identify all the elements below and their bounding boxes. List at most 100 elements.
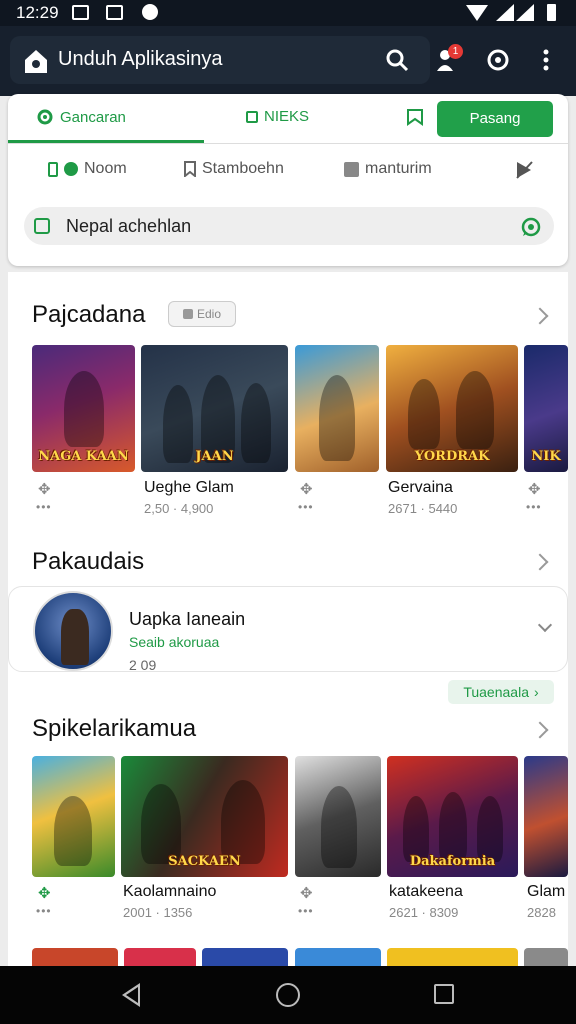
puzzle-icon: ✥ bbox=[528, 481, 541, 498]
gear-icon bbox=[37, 109, 53, 125]
play-close-icon[interactable] bbox=[514, 160, 534, 180]
whatsapp-icon[interactable] bbox=[520, 216, 542, 238]
notification-icon bbox=[106, 5, 123, 20]
game-card[interactable] bbox=[295, 345, 379, 472]
recent-apps-icon[interactable] bbox=[434, 984, 454, 1004]
search-input[interactable]: Nepal achehlan bbox=[66, 216, 191, 237]
game-card-caption: NIK bbox=[531, 449, 561, 464]
search-icon[interactable] bbox=[384, 47, 410, 73]
filter-label: manturim bbox=[365, 160, 432, 177]
content-area: Pajcadana Edio NAGA KAAN JAAN YORDRAK NI… bbox=[8, 272, 568, 972]
chevron-right-small-icon: › bbox=[533, 684, 539, 700]
filter-manturim[interactable]: manturim bbox=[344, 160, 432, 178]
home-icon[interactable] bbox=[22, 47, 50, 75]
app-icon bbox=[34, 218, 50, 234]
gallery-icon bbox=[72, 5, 89, 20]
lock-icon bbox=[182, 309, 193, 319]
rating-dots: ••• bbox=[298, 904, 314, 918]
game-meta: 2,50 · 4,900 bbox=[144, 501, 214, 516]
game-card[interactable] bbox=[32, 756, 115, 877]
section-title: Spikelarikamua bbox=[32, 715, 197, 742]
puzzle-icon: ✥ bbox=[300, 481, 313, 498]
rating-dots: ••• bbox=[298, 500, 314, 514]
phone-icon bbox=[48, 161, 58, 177]
game-card[interactable]: YORDRAK bbox=[386, 345, 518, 472]
app-name: Uapka Ianeain bbox=[129, 609, 246, 629]
game-card-caption: NAGA KAAN bbox=[38, 449, 129, 464]
chat-icon[interactable] bbox=[485, 47, 511, 73]
battery-icon bbox=[547, 4, 556, 21]
game-card[interactable] bbox=[295, 756, 381, 877]
signal-icon bbox=[496, 4, 514, 21]
game-card-caption: Dakaformia bbox=[409, 854, 496, 869]
tab-nieks[interactable]: NIEKS bbox=[246, 108, 309, 125]
app-avatar bbox=[33, 591, 113, 671]
bookmark-outline-icon bbox=[184, 161, 196, 177]
game-meta: 2671 · 5440 bbox=[388, 501, 458, 516]
box-icon bbox=[344, 161, 359, 177]
system-nav-bar bbox=[0, 966, 576, 1024]
status-time: 12:29 bbox=[16, 3, 59, 22]
back-icon[interactable] bbox=[122, 983, 140, 1007]
game-card[interactable]: SACKAEN bbox=[121, 756, 288, 877]
game-card-caption: YORDRAK bbox=[414, 449, 490, 464]
puzzle-icon: ✥ bbox=[38, 481, 51, 498]
game-card[interactable]: Dakaformia bbox=[387, 756, 518, 877]
filter-stamboehn[interactable]: Stamboehn bbox=[184, 160, 284, 178]
bookmark-icon[interactable] bbox=[406, 108, 424, 126]
section-pill[interactable]: Edio bbox=[168, 301, 236, 327]
app-header: Unduh Aplikasinya 1 bbox=[0, 26, 576, 96]
chevron-right-icon[interactable] bbox=[531, 553, 549, 571]
app-size: 2 09 bbox=[129, 657, 157, 673]
section-title: Pajcadana bbox=[32, 301, 146, 328]
rating-dots: ••• bbox=[526, 500, 542, 514]
game-meta: 2001 · 1356 bbox=[123, 905, 193, 920]
filter-label: Noom bbox=[84, 160, 127, 177]
game-meta: 2828 bbox=[527, 905, 556, 920]
status-bar: 12:29 bbox=[0, 0, 576, 26]
pill-label: Edio bbox=[196, 307, 222, 321]
home-circle-icon[interactable] bbox=[276, 983, 300, 1007]
game-meta: 2621 · 8309 bbox=[389, 905, 459, 920]
square-icon bbox=[246, 110, 258, 123]
chevron-right-icon[interactable] bbox=[531, 721, 549, 739]
game-card[interactable]: JAAN bbox=[141, 345, 288, 472]
puzzle-icon: ✥ bbox=[300, 885, 313, 902]
game-card[interactable]: NIK bbox=[524, 345, 568, 472]
top-panel: Gancaran NIEKS Pasang sekarang Noom Stam… bbox=[8, 94, 568, 266]
filter-noom[interactable]: Noom bbox=[48, 160, 127, 178]
filter-row: Noom Stamboehn manturim bbox=[8, 146, 568, 192]
game-card-caption: JAAN bbox=[195, 449, 234, 464]
more-button[interactable]: Tuaenaala › bbox=[448, 680, 554, 704]
signal2-icon bbox=[516, 4, 534, 21]
more-vert-icon[interactable] bbox=[533, 47, 559, 73]
game-card[interactable]: NAGA KAAN bbox=[32, 345, 135, 472]
wifi-icon bbox=[466, 5, 488, 21]
app-notification-icon bbox=[142, 4, 158, 20]
app-developer: Seaib akoruaa bbox=[129, 634, 220, 650]
page-title: Unduh Aplikasinya bbox=[58, 48, 223, 70]
notification-badge: 1 bbox=[448, 44, 463, 59]
search-bar[interactable]: Nepal achehlan bbox=[24, 207, 554, 245]
tab-bar: Gancaran NIEKS Pasang sekarang bbox=[8, 94, 568, 163]
game-card[interactable] bbox=[524, 756, 568, 877]
tab-gancaran[interactable]: Gancaran bbox=[36, 108, 126, 126]
leaf-icon bbox=[64, 162, 78, 176]
game-card-caption: SACKAEN bbox=[168, 854, 241, 869]
app-card[interactable]: Uapka Ianeain Seaib akoruaa 2 09 bbox=[8, 586, 568, 673]
more-label: Tuaenaala bbox=[463, 684, 529, 700]
filter-label: Stamboehn bbox=[202, 160, 284, 177]
puzzle-icon: ✥ bbox=[38, 885, 51, 902]
divider bbox=[8, 143, 568, 144]
chevron-right-icon[interactable] bbox=[531, 307, 549, 325]
game-title: Kaolamnaino bbox=[123, 883, 217, 900]
tab-label: NIEKS bbox=[264, 108, 310, 125]
game-title: Gervaina bbox=[388, 479, 453, 496]
rating-dots: ••• bbox=[36, 904, 52, 918]
game-title: Glam bbox=[527, 883, 566, 900]
install-button[interactable]: Pasang sekarang bbox=[437, 101, 553, 163]
tab-label: Gancaran bbox=[60, 108, 126, 126]
game-title: katakeena bbox=[389, 883, 463, 900]
game-title: Ueghe Glam bbox=[144, 479, 234, 496]
section-title: Pakaudais bbox=[32, 548, 145, 575]
